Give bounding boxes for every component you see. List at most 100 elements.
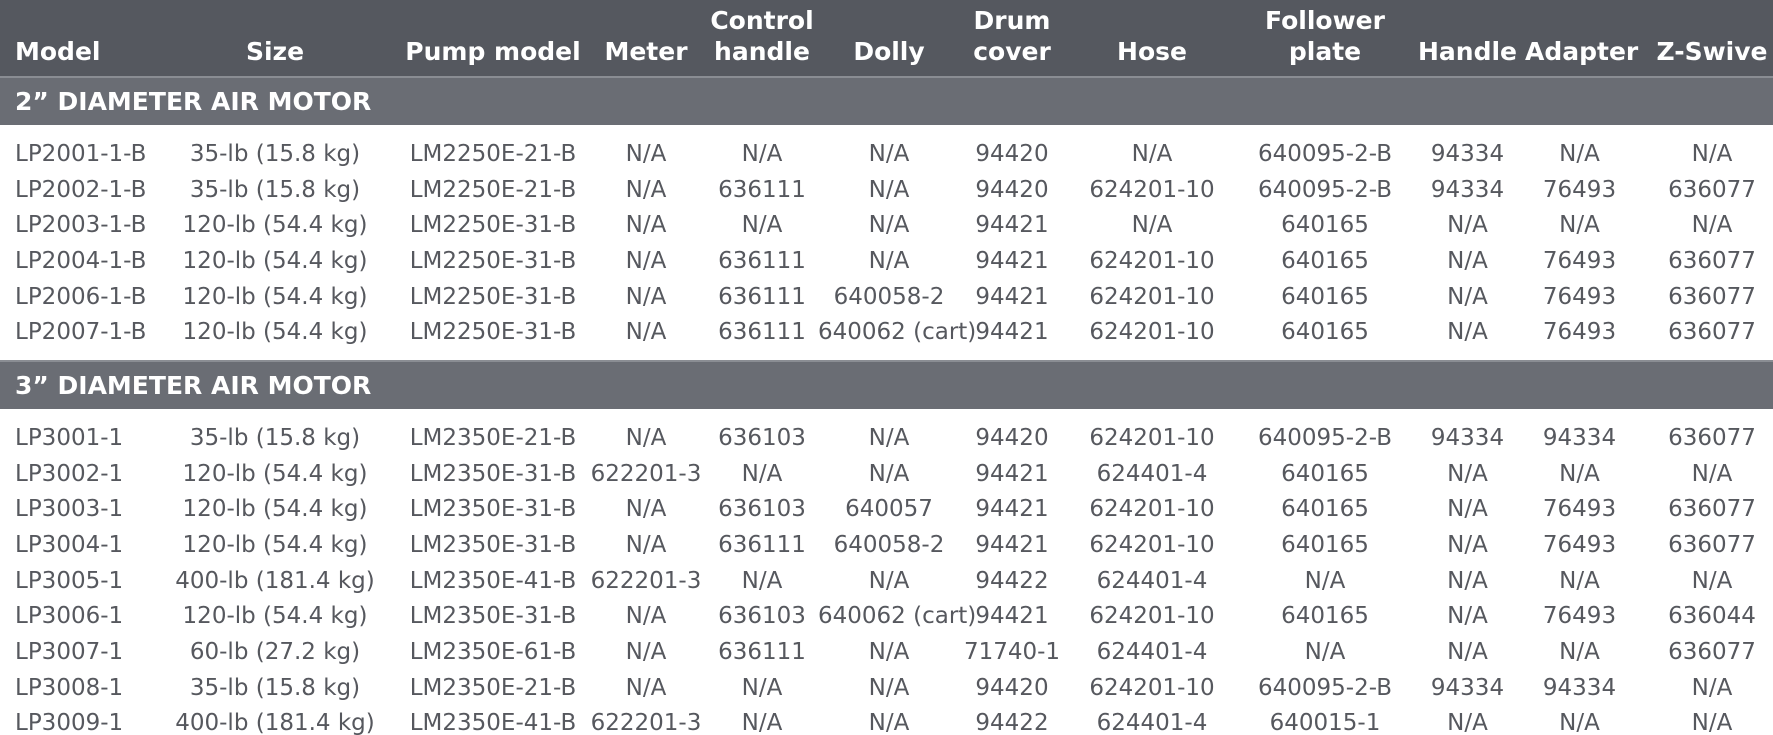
cell-hose: 624201-10 <box>1089 319 1215 346</box>
spacer-cell <box>0 125 1773 136</box>
cell-handle: N/A <box>1447 283 1488 310</box>
table-row: LP3009-1 400-lb (181.4 kg) LM2350E-41-B 622… <box>0 706 1773 735</box>
cell-dolly: 640058-2 <box>833 532 945 559</box>
cell-control-handle: 636103 <box>718 424 806 451</box>
cell-hose: 624201-10 <box>1089 247 1215 274</box>
cell-dolly: N/A <box>868 567 910 594</box>
cell-z-swivel: 636077 <box>1668 247 1756 274</box>
cell-pump-model: LM2250E-21-B <box>409 140 577 167</box>
cell-drum-cover: 94421 <box>975 532 1049 559</box>
cell-follower-plate: 640095-2-B <box>1258 674 1392 701</box>
cell-control-handle: N/A <box>741 674 783 701</box>
cell-z-swivel: 636077 <box>1668 639 1756 666</box>
cell-control-handle: 636111 <box>718 532 806 559</box>
cell-adapter: 94334 <box>1542 424 1617 451</box>
cell-adapter: 94334 <box>1542 674 1617 701</box>
cell-hose: 624201-10 <box>1089 283 1215 310</box>
cell-size: 35-lb (15.8 kg) <box>189 674 361 701</box>
cell-dolly: 640058-2 <box>833 283 945 310</box>
cell-z-swivel: 636077 <box>1668 424 1756 451</box>
cell-follower-plate: 640165 <box>1281 319 1369 346</box>
cell-pump-model: LM2350E-21-B <box>409 674 577 701</box>
spacer-cell <box>0 409 1773 420</box>
cell-dolly: N/A <box>868 212 910 239</box>
table-row: LP2006-1-B 120-lb (54.4 kg) LM2250E-31-B N/… <box>0 279 1773 315</box>
column-header-handle: Handle <box>1417 37 1517 66</box>
cell-follower-plate: N/A <box>1304 567 1346 594</box>
cell-z-swivel: 636077 <box>1668 319 1756 346</box>
column-header-size: Size <box>245 37 305 66</box>
section-bottom-spacer <box>0 350 1773 361</box>
cell-hose: N/A <box>1131 140 1173 167</box>
cell-size: 35-lb (15.8 kg) <box>189 176 361 203</box>
cell-follower-plate: 640165 <box>1281 532 1369 559</box>
table-row: LP3007-1 60-lb (27.2 kg) LM2350E-61-B N/A 63… <box>0 634 1773 670</box>
cell-adapter: 76493 <box>1542 603 1617 630</box>
cell-dolly: N/A <box>868 140 910 167</box>
cell-size: 35-lb (15.8 kg) <box>189 424 361 451</box>
cell-follower-plate: 640165 <box>1281 247 1369 274</box>
cell-adapter: 76493 <box>1542 283 1617 310</box>
cell-pump-model: LM2250E-31-B <box>409 247 577 274</box>
cell-model: LP3001-1 <box>15 424 124 451</box>
cell-z-swivel: 636077 <box>1668 496 1756 523</box>
section-spacer <box>0 125 1773 136</box>
cell-meter: N/A <box>625 424 667 451</box>
cell-pump-model: LM2350E-41-B <box>409 710 577 735</box>
parts-table: Model Size Pump model Meter Control hand… <box>0 0 1773 735</box>
cell-pump-model: LM2250E-21-B <box>409 176 577 203</box>
cell-handle: N/A <box>1447 639 1488 666</box>
cell-drum-cover: 94421 <box>975 496 1049 523</box>
cell-control-handle: 636111 <box>718 176 806 203</box>
cell-size: 60-lb (27.2 kg) <box>189 639 361 666</box>
cell-meter: N/A <box>625 639 667 666</box>
cell-follower-plate: 640165 <box>1281 283 1369 310</box>
cell-handle: 94334 <box>1430 674 1505 701</box>
cell-adapter: N/A <box>1559 140 1600 167</box>
cell-drum-cover: 94421 <box>975 283 1049 310</box>
cell-handle: N/A <box>1447 460 1488 487</box>
cell-follower-plate: 640165 <box>1281 603 1369 630</box>
cell-dolly: N/A <box>868 176 910 203</box>
cell-follower-plate: N/A <box>1304 639 1346 666</box>
column-header-pump-model: Pump model <box>405 37 581 66</box>
cell-model: LP3007-1 <box>15 639 124 666</box>
cell-pump-model: LM2350E-31-B <box>409 532 577 559</box>
section-spacer <box>0 409 1773 420</box>
cell-follower-plate: 640095-2-B <box>1258 424 1392 451</box>
cell-hose: 624201-10 <box>1089 674 1215 701</box>
cell-model: LP3005-1 <box>15 567 124 594</box>
cell-hose: N/A <box>1131 212 1173 239</box>
cell-handle: N/A <box>1447 567 1488 594</box>
table-row: LP2004-1-B 120-lb (54.4 kg) LM2250E-31-B N/… <box>0 243 1773 279</box>
cell-model: LP3004-1 <box>15 532 124 559</box>
column-header-z-swivel: Z-Swive <box>1656 37 1768 66</box>
cell-size: 120-lb (54.4 kg) <box>182 247 368 274</box>
cell-model: LP2002-1-B <box>15 176 147 203</box>
cell-meter: N/A <box>625 532 667 559</box>
cell-pump-model: LM2250E-31-B <box>409 212 577 239</box>
cell-size: 120-lb (54.4 kg) <box>182 460 368 487</box>
cell-follower-plate: 640095-2-B <box>1258 176 1392 203</box>
cell-pump-model: LM2350E-31-B <box>409 496 577 523</box>
cell-drum-cover: 71740-1 <box>963 639 1061 666</box>
cell-adapter: 76493 <box>1542 247 1617 274</box>
cell-meter: N/A <box>625 140 667 167</box>
cell-meter: N/A <box>625 603 667 630</box>
cell-hose: 624201-10 <box>1089 496 1215 523</box>
cell-pump-model: LM2350E-31-B <box>409 460 577 487</box>
cell-pump-model: LM2350E-41-B <box>409 567 577 594</box>
cell-pump-model: LM2250E-31-B <box>409 283 577 310</box>
cell-drum-cover: 94421 <box>975 319 1049 346</box>
cell-size: 400-lb (181.4 kg) <box>175 710 375 735</box>
cell-handle: 94334 <box>1430 424 1505 451</box>
cell-hose: 624201-10 <box>1089 603 1215 630</box>
parts-table-container: Model Size Pump model Meter Control hand… <box>0 0 1773 735</box>
section-title: 2” DIAMETER AIR MOTOR <box>15 87 372 116</box>
cell-handle: N/A <box>1447 247 1488 274</box>
cell-follower-plate: 640165 <box>1281 212 1369 239</box>
header-row: Model Size Pump model Meter Control hand… <box>0 0 1773 77</box>
cell-size: 120-lb (54.4 kg) <box>182 496 368 523</box>
cell-drum-cover: 94421 <box>975 460 1049 487</box>
cell-control-handle: N/A <box>741 460 783 487</box>
